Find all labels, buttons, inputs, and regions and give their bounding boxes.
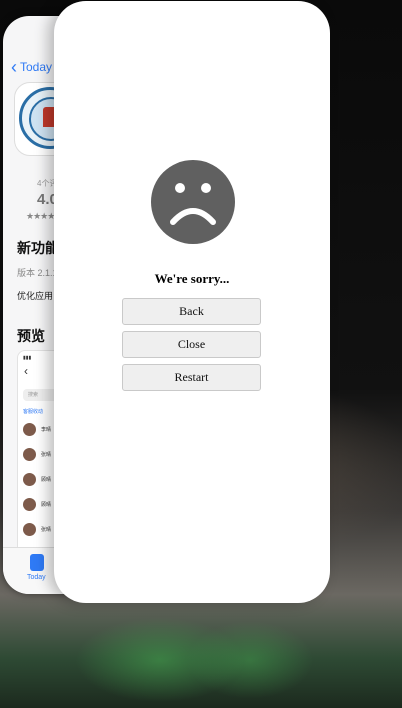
- chevron-left-icon: ‹: [11, 57, 17, 77]
- avatar: [23, 498, 36, 511]
- list-item: 张晴: [23, 448, 51, 461]
- sad-face-icon: [151, 160, 235, 244]
- version-text: 版本 2.1.1: [17, 268, 58, 278]
- back-button[interactable]: Back: [122, 298, 261, 325]
- nav-back-label: Today: [20, 60, 53, 74]
- avatar: [23, 423, 36, 436]
- star-rating-icon: ★★★★: [26, 211, 55, 221]
- close-button[interactable]: Close: [122, 331, 261, 358]
- status-bar: ▮▮▮: [23, 355, 32, 361]
- list-item: 李晴: [23, 423, 51, 436]
- today-tab-icon[interactable]: [30, 554, 44, 571]
- nav-back-button[interactable]: ‹ Today: [11, 57, 53, 77]
- preview-title: 预览: [17, 328, 45, 344]
- today-tab-label[interactable]: Today: [27, 574, 46, 581]
- update-note: 优化应用: [17, 291, 54, 301]
- restart-button[interactable]: Restart: [122, 364, 261, 391]
- error-app-card[interactable]: We're sorry... Back Close Restart: [54, 1, 330, 603]
- error-message: We're sorry...: [154, 271, 230, 286]
- list-item: 张晴: [23, 523, 51, 536]
- avatar: [23, 523, 36, 536]
- avatar: [23, 448, 36, 461]
- chevron-left-icon: ‹: [24, 364, 28, 378]
- list-item: 顾晴: [23, 473, 51, 486]
- screenshot-tabs: 客服收动: [23, 409, 44, 415]
- whats-new-title: 新功能: [17, 240, 59, 256]
- list-item: 顾晴: [23, 498, 51, 511]
- avatar: [23, 473, 36, 486]
